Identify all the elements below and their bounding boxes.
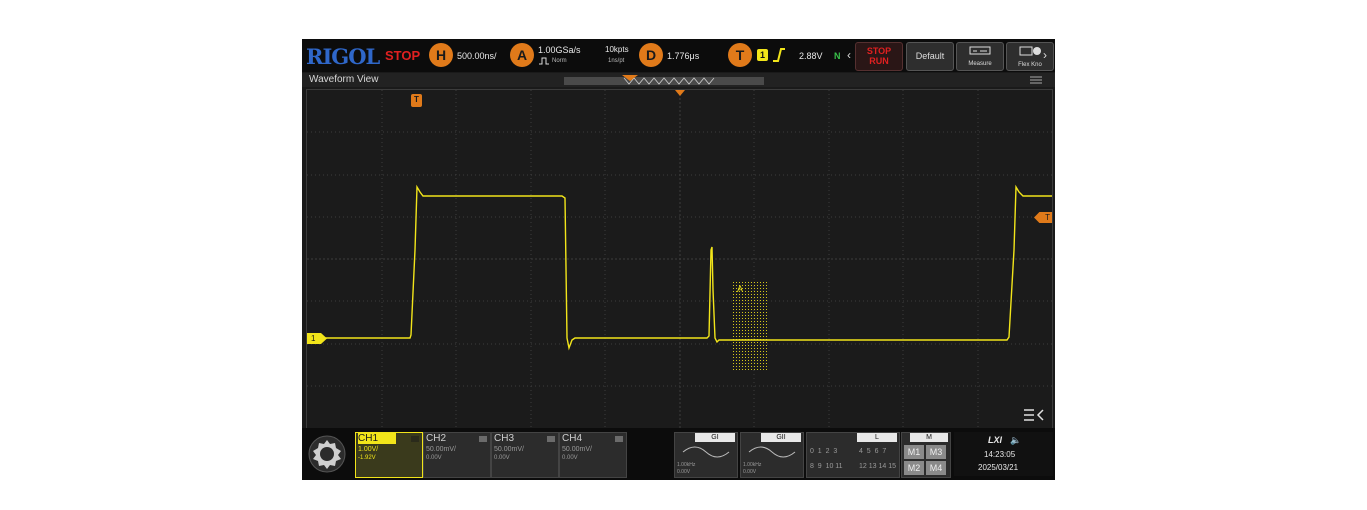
logic-row-2b: 12 13 14 15 (859, 463, 896, 470)
oscilloscope-screen: RIGOL STOP H 500.00ns/ A 1.00GSa/s Norm … (302, 39, 1055, 480)
clock-date: 2025/03/21 (978, 463, 1019, 472)
waveform-view-bar: Waveform View (302, 73, 1055, 87)
ch3-scale: 50.00mV/ (494, 446, 524, 453)
delay-value[interactable]: 1.776μs (667, 51, 699, 61)
memory-depth: 10kpts (605, 45, 629, 54)
trigger-position-marker[interactable]: T (411, 94, 422, 107)
ch2-offset: 0.00V (426, 455, 442, 461)
measure-icon (969, 46, 991, 55)
memory-position-indicator[interactable] (564, 75, 764, 86)
ch1-scale: 1.00V/ (358, 446, 379, 453)
ch1-waveform (325, 184, 1052, 351)
math-label: M (910, 433, 948, 442)
ch4-menu-icon[interactable] (615, 436, 623, 442)
logic-label: L (857, 433, 897, 442)
default-button[interactable]: Default (906, 42, 954, 71)
acquire-key[interactable]: A (510, 43, 534, 67)
math-m2-button[interactable]: M2 (904, 461, 924, 475)
ch3-offset: 0.00V (494, 455, 510, 461)
math-m3-button[interactable]: M3 (926, 445, 946, 459)
math-panel[interactable]: M M1 M3 M2 M4 (901, 432, 951, 478)
ch1-offset: -1.92V (358, 455, 376, 461)
time-per-point: 1ns/pt (608, 58, 625, 64)
trigger-key[interactable]: T (728, 43, 752, 67)
bottom-toolbar: CH1 1.00V/ -1.92V CH2 50.00mV/ 0.00V CH3… (302, 428, 1055, 480)
top-toolbar: RIGOL STOP H 500.00ns/ A 1.00GSa/s Norm … (302, 39, 1055, 72)
trigger-level[interactable]: 2.88V (799, 51, 823, 61)
generator-2-amp: 0.00V (743, 469, 757, 475)
status-panel: LXI 🔈 14:23:05 2025/03/21 (954, 432, 1053, 476)
rigol-logo: RIGOL (306, 44, 380, 69)
acquire-mode: Norm (552, 58, 567, 64)
ch4-offset: 0.00V (562, 455, 578, 461)
sine-wave-icon (748, 446, 796, 458)
delay-key[interactable]: D (639, 43, 663, 67)
menu-icon[interactable] (1029, 76, 1043, 84)
ch2-label: CH2 (426, 433, 447, 444)
center-trigger-marker (675, 90, 685, 96)
generator-2-panel[interactable]: GII 1.00kHz 0.00V (740, 432, 804, 478)
ch1-menu-icon[interactable] (411, 436, 419, 442)
flex-knob-label: Flex Kno (1018, 62, 1042, 68)
ch2-panel[interactable]: CH2 50.00mV/ 0.00V (423, 432, 491, 478)
cursor-zone-a[interactable] (731, 281, 769, 371)
sine-wave-icon (682, 446, 730, 458)
run-label: RUN (869, 56, 889, 66)
ch3-menu-icon[interactable] (547, 436, 555, 442)
math-m1-button[interactable]: M1 (904, 445, 924, 459)
pulse-icon (539, 57, 549, 65)
ch4-panel[interactable]: CH4 50.00mV/ 0.00V (559, 432, 627, 478)
clock-time: 14:23:05 (984, 450, 1016, 459)
stop-run-button[interactable]: STOP RUN (855, 42, 903, 71)
rising-edge-icon (773, 48, 785, 62)
expand-icon[interactable] (1023, 408, 1045, 422)
ch2-scale: 50.00mV/ (426, 446, 456, 453)
flex-knob-icon (1019, 46, 1041, 56)
ch3-panel[interactable]: CH3 50.00mV/ 0.00V (491, 432, 559, 478)
ch2-menu-icon[interactable] (479, 436, 487, 442)
lxi-logo: LXI (988, 435, 1003, 445)
chevron-left-icon[interactable]: ‹ (847, 48, 851, 62)
stop-label: STOP (866, 46, 892, 56)
logic-row-1b: 4 5 6 7 (859, 448, 887, 455)
measure-button[interactable]: Measure (956, 42, 1004, 71)
ch3-label: CH3 (494, 433, 515, 444)
default-label: Default (915, 51, 945, 61)
generator-1-freq: 1.00kHz (677, 462, 696, 468)
trigger-source-badge: 1 (757, 49, 768, 61)
speaker-icon[interactable]: 🔈 (1010, 435, 1021, 446)
measure-label: Measure (968, 61, 992, 67)
cursor-zone-label: A (737, 284, 744, 294)
generator-1-label: GI (695, 433, 735, 442)
generator-2-freq: 1.00kHz (743, 462, 762, 468)
waveform-view-title: Waveform View (309, 74, 379, 85)
timebase-value[interactable]: 500.00ns/ (457, 51, 497, 61)
waveform-graticule (307, 90, 1052, 428)
logic-row-1: 0 1 2 3 (810, 448, 838, 455)
sample-rate: 1.00GSa/s (538, 45, 581, 55)
logic-panel[interactable]: L 0 1 2 3 4 5 6 7 8 9 10 11 12 13 14 15 (806, 432, 900, 478)
chevron-right-icon[interactable]: › (1043, 48, 1047, 62)
horizontal-key[interactable]: H (429, 43, 453, 67)
generator-1-panel[interactable]: GI 1.00kHz 0.00V (674, 432, 738, 478)
logic-row-2: 8 9 10 11 (810, 463, 843, 470)
ch1-label: CH1 (358, 433, 396, 444)
waveform-grid: A T T 1 (306, 89, 1053, 429)
ch4-scale: 50.00mV/ (562, 446, 592, 453)
run-status: STOP (385, 48, 421, 63)
ch1-panel[interactable]: CH1 1.00V/ -1.92V (355, 432, 423, 478)
math-m4-button[interactable]: M4 (926, 461, 946, 475)
ch4-label: CH4 (562, 433, 583, 444)
gear-icon[interactable] (305, 432, 349, 476)
generator-2-label: GII (761, 433, 801, 442)
sweep-mode[interactable]: N (834, 51, 841, 61)
generator-1-amp: 0.00V (677, 469, 691, 475)
